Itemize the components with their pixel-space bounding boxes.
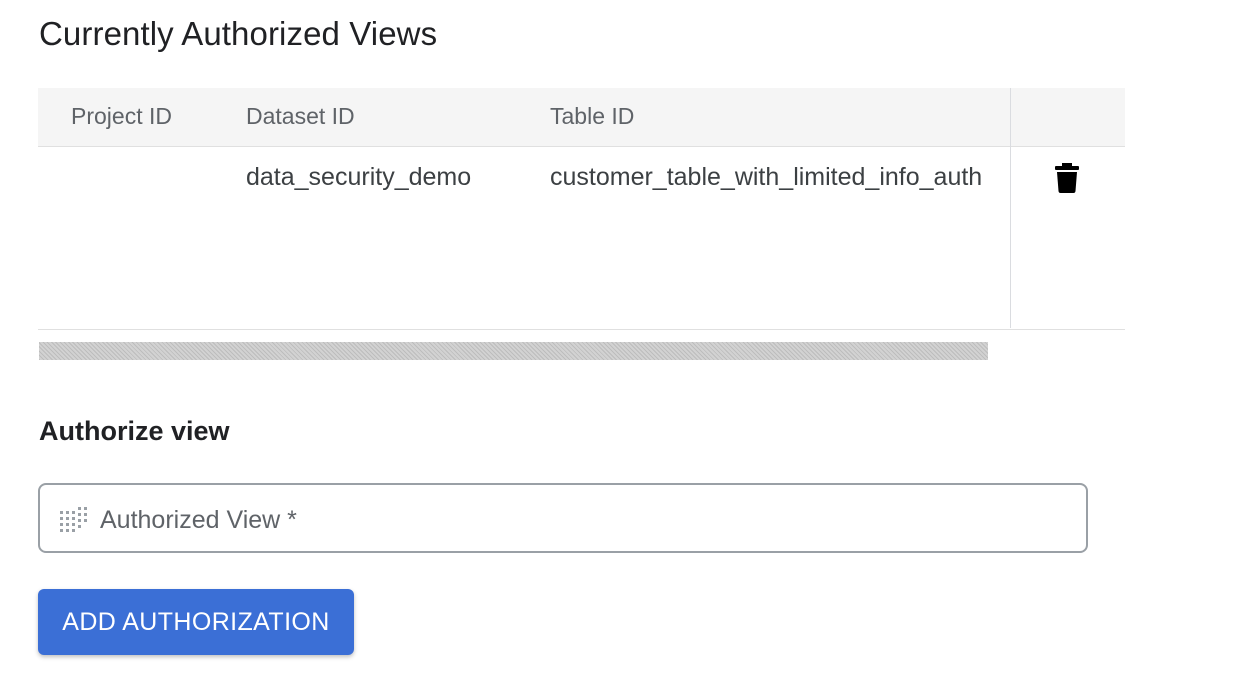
column-header-dataset-id: Dataset ID — [246, 103, 355, 129]
column-header-project-id: Project ID — [71, 103, 172, 129]
column-divider — [1010, 88, 1011, 328]
add-authorization-button[interactable]: ADD AUTHORIZATION — [38, 589, 354, 655]
column-header-table-id: Table ID — [550, 103, 635, 129]
table-header: Project ID Dataset ID Table ID — [38, 88, 1125, 147]
authorize-view-title: Authorize view — [39, 416, 230, 446]
dots-grid-icon — [60, 507, 87, 532]
trash-icon — [1055, 163, 1079, 193]
authorized-views-panel: Currently Authorized Views Project ID Da… — [0, 0, 1234, 688]
horizontal-scrollbar[interactable] — [39, 342, 988, 360]
cell-dataset-id: data_security_demo — [246, 163, 472, 191]
cell-table-id: customer_table_with_limited_info_auth — [550, 163, 983, 191]
authorized-view-placeholder: Authorized View * — [100, 506, 297, 534]
authorized-view-input[interactable]: Authorized View * — [38, 483, 1088, 553]
table-row: data_security_demo customer_table_with_l… — [38, 147, 1125, 328]
delete-button[interactable] — [1049, 160, 1085, 196]
section-title: Currently Authorized Views — [39, 15, 438, 52]
authorized-views-table: Project ID Dataset ID Table ID data_secu… — [38, 88, 1125, 330]
